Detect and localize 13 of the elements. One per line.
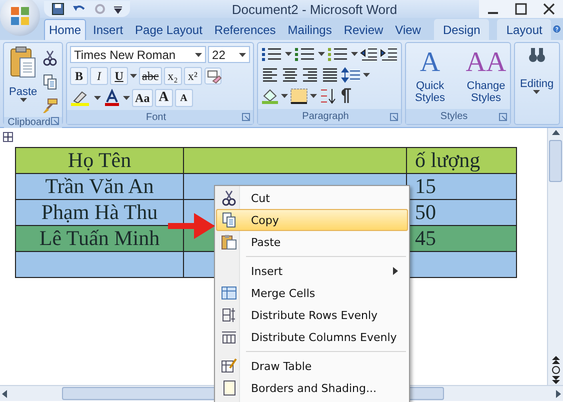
group-label: Styles	[440, 111, 468, 122]
table-cell: Họ Tên	[16, 148, 184, 174]
table-cell: ố lượng	[406, 148, 516, 174]
group-label: Clipboard	[8, 117, 50, 128]
group-label: Font	[146, 112, 166, 122]
table-cell: Trần Văn An	[16, 174, 184, 200]
style-glyph: A	[420, 46, 440, 80]
style-glyph: AA	[466, 46, 506, 80]
table-cell: 15	[406, 174, 516, 200]
table-cell: Phạm Hà Thu	[16, 200, 184, 226]
group-label: Paragraph	[302, 111, 349, 122]
window-title: Document2 - Microsoft Word	[230, 2, 398, 16]
table-cell: Lê Tuấn Minh	[16, 226, 184, 252]
